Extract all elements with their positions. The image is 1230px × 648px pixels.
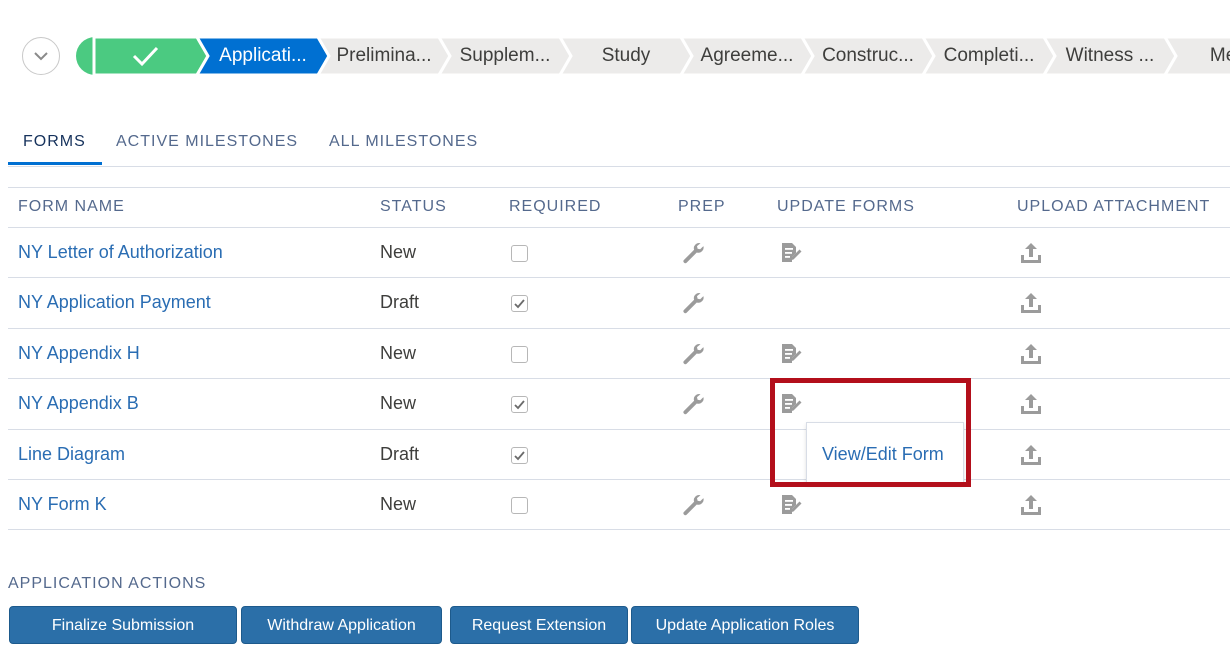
application-actions-title: APPLICATION ACTIONS xyxy=(8,575,207,592)
edit-form-icon[interactable] xyxy=(778,391,804,417)
form-name-link[interactable]: Line Diagram xyxy=(18,444,125,465)
form-name-link[interactable]: NY Application Payment xyxy=(18,292,211,313)
path-stage-label[interactable]: Study xyxy=(573,37,679,75)
header-update-forms: UPDATE FORMS xyxy=(777,198,915,215)
view-edit-form-link[interactable]: View/Edit Form xyxy=(822,444,944,465)
path-stage-label[interactable]: Agreeme... xyxy=(694,37,800,75)
required-checkbox[interactable] xyxy=(511,497,528,514)
required-checkbox[interactable] xyxy=(511,295,528,313)
header-prep: PREP xyxy=(678,198,726,215)
form-name-link[interactable]: NY Letter of Authorization xyxy=(18,242,223,263)
required-checkbox[interactable] xyxy=(511,245,528,262)
header-upload-attachment: UPLOAD ATTACHMENT xyxy=(1017,198,1211,215)
update-application-roles-button[interactable]: Update Application Roles xyxy=(631,606,859,644)
required-checkbox[interactable] xyxy=(511,396,528,414)
form-name-link[interactable]: NY Form K xyxy=(18,494,107,515)
wrench-icon[interactable] xyxy=(680,492,706,518)
header-required: REQUIRED xyxy=(509,198,602,215)
upload-icon[interactable] xyxy=(1018,290,1044,316)
table-header-row: FORM NAME STATUS REQUIRED PREP UPDATE FO… xyxy=(8,187,1230,228)
tab-all-milestones[interactable]: ALL MILESTONES xyxy=(329,126,478,164)
upload-icon[interactable] xyxy=(1018,492,1044,518)
upload-icon[interactable] xyxy=(1018,240,1044,266)
path-stage-label[interactable]: Applicati... xyxy=(210,37,316,75)
form-status: New xyxy=(380,342,417,363)
upload-icon[interactable] xyxy=(1018,391,1044,417)
table-row: NY Application Payment Draft xyxy=(8,277,1230,328)
path-stage-label[interactable]: Witness ... xyxy=(1057,37,1163,75)
path-stage-label[interactable]: Construc... xyxy=(815,37,921,75)
header-status: STATUS xyxy=(380,198,447,215)
withdraw-application-button[interactable]: Withdraw Application xyxy=(241,606,442,644)
wrench-icon[interactable] xyxy=(680,290,706,316)
form-name-link[interactable]: NY Appendix H xyxy=(18,343,140,364)
table-row: NY Appendix H New xyxy=(8,327,1230,379)
wrench-icon[interactable] xyxy=(680,341,706,367)
form-status: New xyxy=(380,393,417,414)
chevron-down-icon xyxy=(34,52,48,61)
path-toggle-button[interactable] xyxy=(22,37,60,75)
edit-form-icon[interactable] xyxy=(778,240,804,266)
tab-active-milestones[interactable]: ACTIVE MILESTONES xyxy=(116,126,298,164)
header-form-name: FORM NAME xyxy=(18,198,125,215)
upload-icon[interactable] xyxy=(1018,341,1044,367)
edit-form-icon[interactable] xyxy=(778,492,804,518)
request-extension-button[interactable]: Request Extension xyxy=(450,606,628,644)
table-divider xyxy=(8,529,1230,530)
required-checkbox[interactable] xyxy=(511,345,528,363)
form-status: New xyxy=(380,242,417,262)
required-checkbox[interactable] xyxy=(511,446,528,464)
tab-forms[interactable]: FORMS xyxy=(23,126,86,164)
table-row: Line Diagram Draft xyxy=(8,428,1230,480)
active-tab-indicator xyxy=(8,162,102,165)
path-stage-label[interactable]: Prelimina... xyxy=(331,37,437,75)
table-row: NY Appendix B New xyxy=(8,378,1230,429)
wrench-icon[interactable] xyxy=(680,391,706,417)
form-status: New xyxy=(380,494,417,514)
stage-path: Applicati... Prelimina... Supplem... Study A… xyxy=(76,37,1230,75)
wrench-icon[interactable] xyxy=(680,240,706,266)
form-status: Draft xyxy=(380,292,420,313)
finalize-submission-button[interactable]: Finalize Submission xyxy=(9,606,237,644)
form-name-link[interactable]: NY Appendix B xyxy=(18,393,139,414)
upload-icon[interactable] xyxy=(1018,442,1044,468)
tab-bar: FORMS ACTIVE MILESTONES ALL MILESTONES xyxy=(8,126,1230,167)
path-stage-label[interactable]: Completi... xyxy=(936,37,1042,75)
edit-form-icon[interactable] xyxy=(778,341,804,367)
form-status: Draft xyxy=(380,443,420,464)
path-stage-label[interactable]: Supplem... xyxy=(452,37,558,75)
path-stage-label[interactable]: Mete xyxy=(1178,37,1230,75)
view-edit-tooltip: View/Edit Form xyxy=(806,422,964,484)
table-row: NY Form K New xyxy=(8,479,1230,530)
table-row: NY Letter of Authorization New xyxy=(8,227,1230,278)
